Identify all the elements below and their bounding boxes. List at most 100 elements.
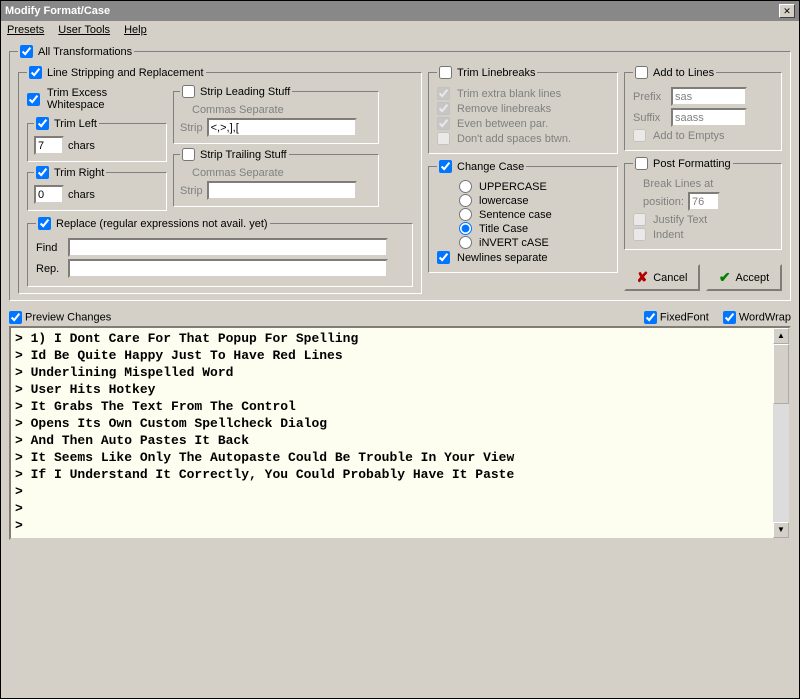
trim-left-checkbox[interactable] [36, 117, 49, 130]
strip-leading-label: Strip Leading Stuff [200, 86, 290, 98]
sentence-label: Sentence case [479, 209, 552, 221]
strip-trailing-commas: Commas Separate [192, 167, 284, 179]
suffix-input[interactable] [671, 108, 747, 127]
newlines-sep-checkbox[interactable] [437, 251, 450, 264]
even-par-checkbox[interactable] [437, 117, 450, 130]
menu-user-tools[interactable]: User Tools [58, 24, 110, 36]
trim-linebreaks-label: Trim Linebreaks [457, 67, 535, 79]
invertcase-radio[interactable] [459, 236, 472, 249]
indent-label: Indent [653, 229, 684, 241]
cancel-button[interactable]: ✘Cancel [624, 264, 700, 291]
replace-group: Replace (regular expressions not avail. … [27, 217, 413, 287]
trim-left-chars: chars [68, 140, 95, 152]
titlebar: Modify Format/Case ✕ [1, 1, 799, 21]
menu-presets[interactable]: Presets [7, 24, 44, 36]
accept-button[interactable]: ✔Accept [706, 264, 782, 291]
rep-input[interactable] [68, 259, 388, 278]
rep-label: Rep. [36, 263, 64, 275]
preview-changes-checkbox[interactable] [9, 311, 22, 324]
check-icon: ✔ [719, 269, 731, 286]
justify-checkbox[interactable] [633, 213, 646, 226]
scroll-up-icon[interactable]: ▲ [773, 328, 789, 344]
dont-add-checkbox[interactable] [437, 132, 450, 145]
wordwrap-checkbox[interactable] [723, 311, 736, 324]
trim-extra-label: Trim extra blank lines [457, 88, 561, 100]
change-case-label: Change Case [457, 161, 524, 173]
invertcase-label: iNVERT cASE [479, 237, 549, 249]
preview-options-bar: Preview Changes FixedFont WordWrap [1, 307, 799, 326]
change-case-checkbox[interactable] [439, 160, 452, 173]
all-transformations-group: All Transformations Line Stripping and R… [9, 45, 791, 301]
scroll-down-icon[interactable]: ▼ [773, 522, 789, 538]
all-transformations-label: All Transformations [38, 46, 132, 58]
replace-checkbox[interactable] [38, 217, 51, 230]
strip-trailing-group: Strip Trailing Stuff Commas Separate Str… [173, 148, 379, 207]
suffix-label: Suffix [633, 112, 667, 124]
post-formatting-label: Post Formatting [653, 158, 731, 170]
trim-extra-checkbox[interactable] [437, 87, 450, 100]
strip-trailing-checkbox[interactable] [182, 148, 195, 161]
remove-lb-label: Remove linebreaks [457, 103, 551, 115]
find-input[interactable] [68, 238, 388, 257]
post-formatting-checkbox[interactable] [635, 157, 648, 170]
trim-excess-checkbox[interactable] [27, 93, 40, 106]
strip-leading-group: Strip Leading Stuff Commas Separate Stri… [173, 85, 379, 144]
strip-leading-input[interactable] [207, 118, 357, 137]
trim-right-input[interactable] [34, 185, 64, 204]
break-lines-label: Break Lines at [643, 178, 713, 190]
indent-checkbox[interactable] [633, 228, 646, 241]
menu-help[interactable]: Help [124, 24, 147, 36]
post-formatting-group: Post Formatting Break Lines at position:… [624, 157, 782, 250]
preview-changes-label: Preview Changes [25, 311, 111, 323]
strip-leading-strip-label: Strip [180, 122, 203, 134]
line-stripping-checkbox[interactable] [29, 66, 42, 79]
add-to-lines-group: Add to Lines Prefix Suffix Add to Emptys [624, 66, 782, 151]
trim-excess-label: Trim Excess Whitespace [47, 87, 157, 111]
trim-left-group: Trim Left chars [27, 117, 167, 162]
remove-lb-checkbox[interactable] [437, 102, 450, 115]
line-stripping-group: Line Stripping and Replacement Trim Exce… [18, 66, 422, 294]
uppercase-radio[interactable] [459, 180, 472, 193]
strip-leading-commas: Commas Separate [192, 104, 284, 116]
trim-right-label: Trim Right [54, 167, 104, 179]
sentence-radio[interactable] [459, 208, 472, 221]
all-transformations-checkbox[interactable] [20, 45, 33, 58]
scroll-track[interactable] [773, 404, 789, 522]
prefix-label: Prefix [633, 91, 667, 103]
fixedfont-label: FixedFont [660, 311, 709, 323]
lowercase-radio[interactable] [459, 194, 472, 207]
trim-linebreaks-checkbox[interactable] [439, 66, 452, 79]
titlecase-radio[interactable] [459, 222, 472, 235]
trim-left-label: Trim Left [54, 118, 97, 130]
strip-leading-checkbox[interactable] [182, 85, 195, 98]
prefix-input[interactable] [671, 87, 747, 106]
change-case-group: Change Case UPPERCASE lowercase Sentence… [428, 160, 618, 273]
position-input[interactable] [688, 192, 720, 211]
add-emptys-label: Add to Emptys [653, 130, 725, 142]
trim-right-chars: chars [68, 189, 95, 201]
trim-right-checkbox[interactable] [36, 166, 49, 179]
add-to-lines-checkbox[interactable] [635, 66, 648, 79]
position-label: position: [643, 196, 684, 208]
titlecase-label: Title Case [479, 223, 528, 235]
newlines-sep-label: Newlines separate [457, 252, 548, 264]
find-label: Find [36, 242, 64, 254]
lowercase-label: lowercase [479, 195, 529, 207]
dont-add-label: Don't add spaces btwn. [457, 133, 571, 145]
scrollbar-vertical[interactable]: ▲ ▼ [773, 328, 789, 538]
fixedfont-checkbox[interactable] [644, 311, 657, 324]
x-icon: ✘ [637, 269, 649, 286]
close-icon[interactable]: ✕ [779, 4, 795, 18]
preview-text[interactable]: > 1) I Dont Care For That Popup For Spel… [11, 328, 773, 538]
strip-trailing-label: Strip Trailing Stuff [200, 149, 287, 161]
menubar: Presets User Tools Help [1, 21, 799, 39]
trim-linebreaks-group: Trim Linebreaks Trim extra blank lines R… [428, 66, 618, 154]
add-emptys-checkbox[interactable] [633, 129, 646, 142]
scroll-thumb[interactable] [773, 344, 789, 404]
replace-label: Replace (regular expressions not avail. … [56, 218, 268, 230]
window-title: Modify Format/Case [5, 5, 110, 17]
strip-trailing-input[interactable] [207, 181, 357, 200]
line-stripping-label: Line Stripping and Replacement [47, 67, 204, 79]
trim-left-input[interactable] [34, 136, 64, 155]
wordwrap-label: WordWrap [739, 311, 791, 323]
